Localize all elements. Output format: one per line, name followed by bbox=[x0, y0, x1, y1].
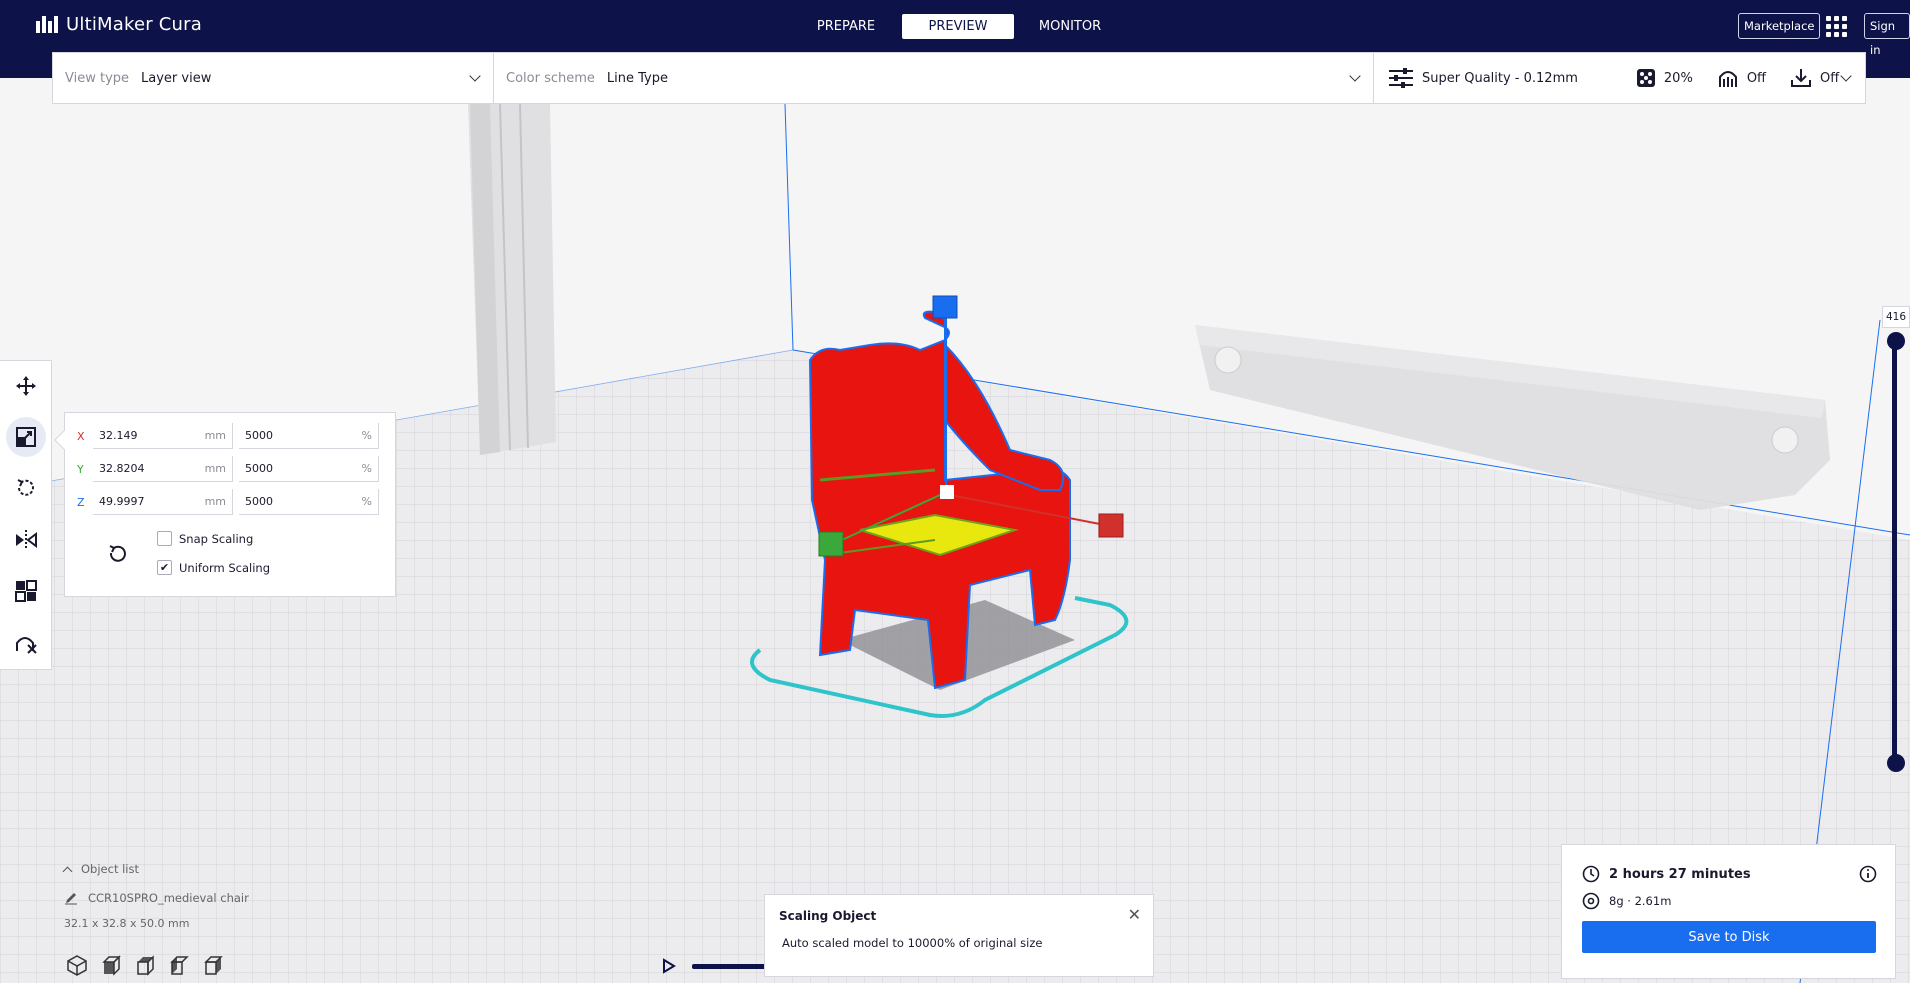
scale-icon bbox=[16, 427, 36, 447]
print-info-panel: 2 hours 27 minutes 8g · 2.61m Save to Di… bbox=[1561, 844, 1896, 979]
scale-z-mm-input[interactable]: 49.9997 mm bbox=[93, 489, 233, 515]
support-icon bbox=[1718, 71, 1737, 87]
path-slider-track[interactable] bbox=[692, 964, 767, 969]
scale-row-x: X 32.149 mm 5000% bbox=[77, 423, 379, 449]
play-simulation-button[interactable] bbox=[662, 958, 676, 978]
3d-view-icon[interactable] bbox=[66, 954, 88, 976]
support-value: Off bbox=[1746, 70, 1767, 86]
adhesion-value: Off bbox=[1820, 70, 1840, 86]
layer-slider-track[interactable] bbox=[1892, 340, 1897, 764]
quality-profile: Super Quality - 0.12mm bbox=[1422, 70, 1578, 86]
chevron-down-icon bbox=[469, 70, 481, 82]
save-to-disk-button[interactable]: Save to Disk bbox=[1582, 921, 1876, 953]
object-list-toggle[interactable]: Object list bbox=[62, 862, 364, 876]
infill-icon bbox=[1636, 69, 1655, 87]
rotate-icon bbox=[17, 479, 34, 496]
sign-in-button[interactable]: Sign in bbox=[1864, 13, 1910, 57]
object-list-item[interactable]: CCR10SPRO_medieval chair bbox=[64, 891, 364, 905]
material-row: 8g · 2.61m bbox=[1582, 892, 1671, 910]
per-model-settings-icon bbox=[15, 580, 37, 602]
notification-body: Auto scaled model to 10000% of original … bbox=[782, 936, 1043, 950]
color-scheme-dropdown[interactable]: Color scheme Line Type bbox=[494, 53, 1374, 103]
apps-grid-icon[interactable] bbox=[1826, 16, 1848, 37]
scale-y-mm-input[interactable]: 32.8204 mm bbox=[93, 456, 233, 482]
scale-tool-button[interactable] bbox=[6, 417, 46, 457]
mirror-tool-button[interactable] bbox=[6, 520, 46, 560]
tool-bar bbox=[0, 360, 52, 670]
layer-slider-bottom-handle[interactable] bbox=[1887, 754, 1905, 772]
object-dimensions: 32.1 x 32.8 x 50.0 mm bbox=[64, 917, 190, 930]
snap-scaling-option[interactable]: Snap Scaling bbox=[157, 531, 253, 546]
ultimaker-logo-icon bbox=[36, 15, 58, 33]
move-tool-button[interactable] bbox=[6, 366, 46, 406]
support-blocker-button[interactable] bbox=[6, 623, 46, 663]
close-icon[interactable]: ✕ bbox=[1128, 905, 1141, 924]
reset-icon bbox=[109, 545, 126, 562]
axis-label-x: X bbox=[77, 429, 85, 443]
app-logo: UltiMaker Cura bbox=[36, 14, 202, 35]
scale-row-y: Y 32.8204 mm 5000% bbox=[77, 456, 379, 482]
stage-tabs: PREPARE PREVIEW MONITOR bbox=[790, 14, 1126, 39]
settings-sliders-icon bbox=[1389, 68, 1413, 88]
clock-icon bbox=[1582, 865, 1600, 883]
material-spool-icon bbox=[1582, 892, 1600, 910]
adhesion-icon bbox=[1791, 69, 1812, 87]
scale-z-percent-input[interactable]: 5000% bbox=[239, 489, 379, 515]
tab-preview[interactable]: PREVIEW bbox=[902, 14, 1014, 39]
marketplace-button[interactable]: Marketplace bbox=[1738, 13, 1821, 39]
chevron-down-icon bbox=[1349, 70, 1361, 82]
scale-panel: X 32.149 mm 5000% Y 32.8204 mm 5000% Z 49.… bbox=[54, 412, 396, 597]
app-title: UltiMaker Cura bbox=[66, 14, 202, 35]
layer-slider-top-handle[interactable] bbox=[1887, 332, 1905, 350]
view-type-value: Layer view bbox=[141, 70, 212, 86]
scale-row-z: Z 49.9997 mm 5000% bbox=[77, 489, 379, 515]
color-scheme-label: Color scheme bbox=[506, 70, 595, 86]
axis-label-z: Z bbox=[77, 495, 85, 509]
reset-scale-button[interactable] bbox=[105, 543, 129, 571]
left-view-icon[interactable] bbox=[168, 954, 190, 976]
front-view-icon[interactable] bbox=[100, 954, 122, 976]
support-blocker-icon bbox=[16, 637, 37, 654]
scale-x-percent-input[interactable]: 5000% bbox=[239, 423, 379, 449]
snap-scaling-checkbox[interactable] bbox=[157, 531, 172, 546]
view-toolbar: View type Layer view Color scheme Line T… bbox=[52, 52, 1866, 104]
object-list: Object list CCR10SPRO_medieval chair 32.… bbox=[62, 862, 364, 930]
print-settings-selector[interactable]: Super Quality - 0.12mm 20% Off Off bbox=[1374, 53, 1864, 103]
print-time-row: 2 hours 27 minutes bbox=[1582, 865, 1751, 883]
chevron-up-icon bbox=[62, 866, 73, 876]
tab-monitor[interactable]: MONITOR bbox=[1014, 14, 1126, 39]
right-view-icon[interactable] bbox=[202, 954, 224, 976]
layer-number-badge[interactable]: 416 bbox=[1882, 306, 1910, 328]
material-usage: 8g · 2.61m bbox=[1609, 894, 1672, 908]
per-model-settings-button[interactable] bbox=[6, 571, 46, 611]
chevron-down-icon bbox=[1840, 70, 1852, 82]
infill-value: 20% bbox=[1663, 70, 1693, 86]
print-info-button[interactable] bbox=[1859, 865, 1877, 887]
top-view-icon[interactable] bbox=[134, 954, 156, 976]
scale-x-mm-input[interactable]: 32.149 mm bbox=[93, 423, 233, 449]
play-icon bbox=[663, 958, 676, 974]
camera-view-buttons bbox=[66, 954, 224, 976]
move-icon bbox=[16, 376, 36, 396]
object-name: CCR10SPRO_medieval chair bbox=[88, 891, 249, 905]
rotate-tool-button[interactable] bbox=[6, 468, 46, 508]
scale-y-percent-input[interactable]: 5000% bbox=[239, 456, 379, 482]
view-type-label: View type bbox=[65, 70, 130, 86]
color-scheme-value: Line Type bbox=[606, 70, 668, 86]
mirror-icon bbox=[16, 530, 37, 550]
uniform-scaling-checkbox[interactable]: ✔ bbox=[157, 560, 172, 575]
scaling-notification: Scaling Object ✕ Auto scaled model to 10… bbox=[764, 894, 1154, 977]
tab-prepare[interactable]: PREPARE bbox=[790, 14, 902, 39]
view-type-dropdown[interactable]: View type Layer view bbox=[53, 53, 494, 103]
notification-title: Scaling Object bbox=[779, 909, 877, 923]
uniform-scaling-option[interactable]: ✔ Uniform Scaling bbox=[157, 560, 270, 575]
info-icon bbox=[1859, 865, 1877, 883]
print-time: 2 hours 27 minutes bbox=[1609, 866, 1751, 882]
pencil-icon bbox=[65, 893, 77, 905]
axis-label-y: Y bbox=[77, 462, 84, 476]
